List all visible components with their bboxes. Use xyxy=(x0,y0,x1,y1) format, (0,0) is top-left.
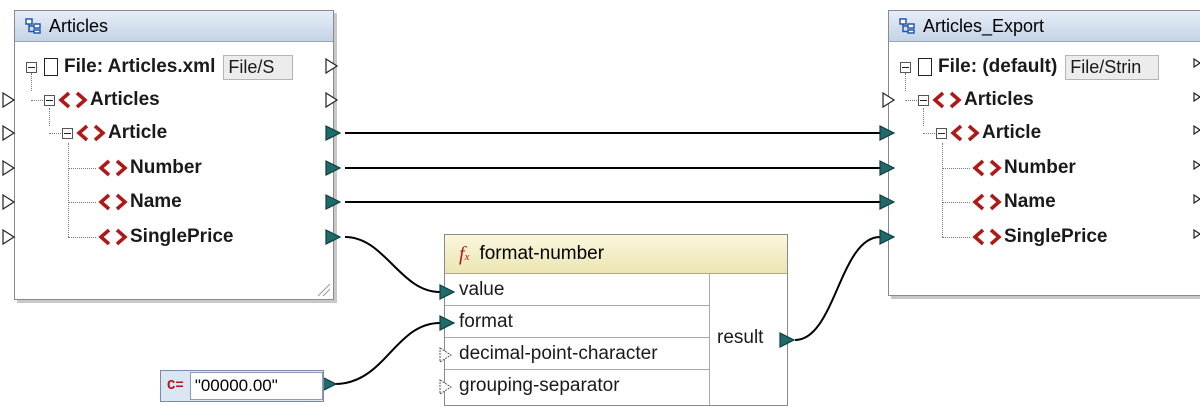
constant-icon: C= xyxy=(167,378,184,394)
input-connector-icon xyxy=(439,379,452,395)
constant-value[interactable]: "00000.00" xyxy=(189,372,323,400)
function-connectors xyxy=(321,284,796,395)
output-connector-icon xyxy=(779,332,796,348)
output-connector-icon xyxy=(321,376,338,392)
input-connector-icon xyxy=(439,284,456,300)
input-connector-icon xyxy=(439,315,456,331)
constant-component[interactable]: C= "00000.00" xyxy=(160,370,324,402)
input-connector-icon xyxy=(439,347,452,363)
